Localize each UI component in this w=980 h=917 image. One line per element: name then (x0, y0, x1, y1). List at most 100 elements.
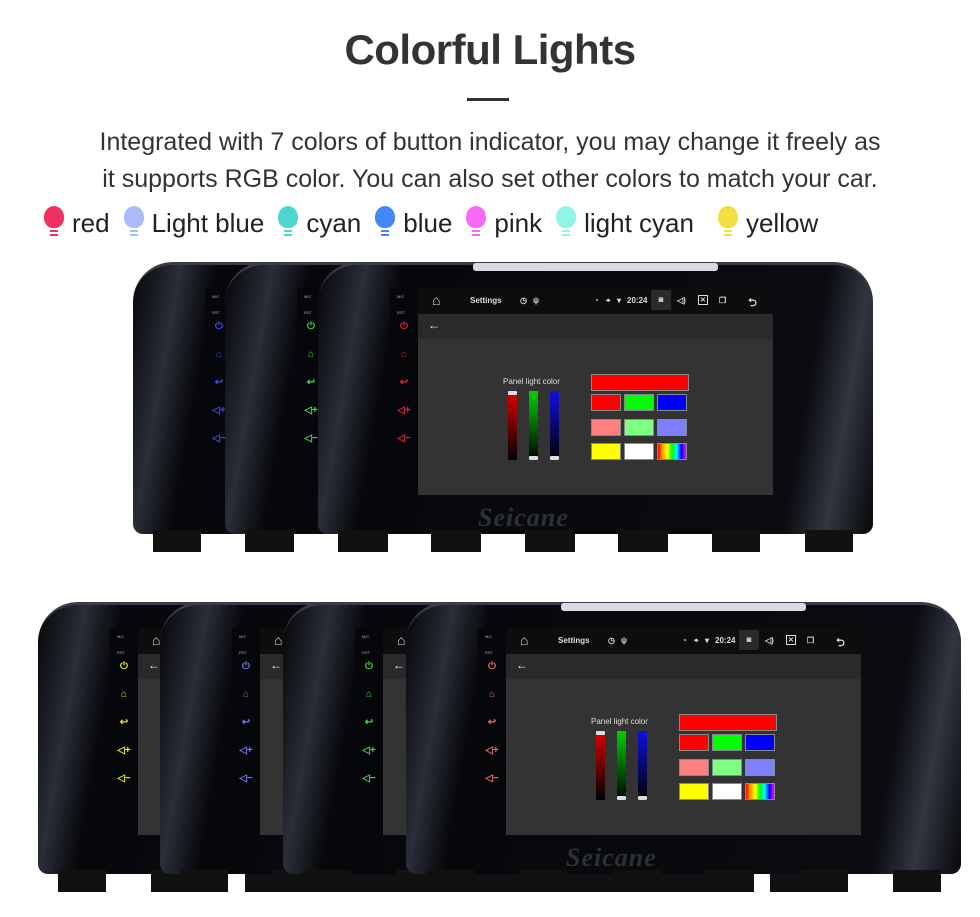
rst-label: RST (485, 650, 493, 655)
camera-icon[interactable]: ◙ (651, 290, 671, 310)
slider-knob[interactable] (529, 456, 538, 460)
status-bar: ⌂ Settings ◷ ψ ◔ ⌖ ▾ 20:24 ◙ ◁) ✕ ❐ ⮌ (418, 288, 773, 314)
power-key-icon[interactable]: ⏻ (484, 661, 500, 672)
color-swatch[interactable] (745, 783, 775, 800)
color-swatch[interactable] (624, 443, 654, 460)
volume-icon[interactable]: ◁) (765, 636, 774, 645)
home-key-icon[interactable]: ⌂ (361, 689, 377, 700)
volume-up-key-icon[interactable]: ◁+ (116, 745, 132, 756)
volume-up-key-icon[interactable]: ◁+ (303, 405, 319, 416)
color-swatch[interactable] (679, 783, 709, 800)
red-slider[interactable] (508, 391, 517, 460)
app-title: Settings (470, 296, 502, 305)
camera-icon[interactable]: ◙ (739, 630, 759, 650)
slider-knob[interactable] (596, 731, 605, 735)
volume-down-key-icon[interactable]: ◁− (303, 433, 319, 444)
clock: 20:24 (627, 296, 648, 305)
back-icon[interactable]: ⮌ (748, 294, 757, 313)
arrow-left-icon[interactable]: ← (393, 658, 405, 672)
description-line: it supports RGB color. You can also set … (102, 165, 878, 193)
description-line: Integrated with 7 colors of button indic… (99, 128, 881, 156)
color-swatch[interactable] (657, 394, 687, 411)
mic-label: MIC (362, 634, 370, 639)
home-key-icon[interactable]: ⌂ (238, 689, 254, 700)
red-slider[interactable] (596, 731, 605, 800)
power-key-icon[interactable]: ⏻ (303, 321, 319, 332)
color-swatch[interactable] (657, 419, 687, 436)
color-swatch[interactable] (624, 394, 654, 411)
back-key-icon[interactable]: ↩ (484, 717, 500, 728)
selected-color-preview (679, 714, 777, 731)
home-key-icon[interactable]: ⌂ (116, 689, 132, 700)
volume-icon[interactable]: ◁) (677, 296, 686, 305)
timer-icon: ◷ (520, 296, 527, 305)
back-key-icon[interactable]: ↩ (396, 377, 412, 388)
home-key-icon[interactable]: ⌂ (396, 349, 412, 360)
recent-apps-icon[interactable]: ❐ (719, 296, 726, 305)
legend-label: cyan (306, 207, 362, 238)
home-icon[interactable]: ⌂ (274, 632, 282, 648)
color-swatch[interactable] (745, 734, 775, 751)
arrow-left-icon[interactable]: ← (270, 658, 282, 672)
slider-knob[interactable] (617, 796, 626, 800)
color-swatch[interactable] (679, 759, 709, 776)
recent-apps-icon[interactable]: ❐ (807, 636, 814, 645)
usb-icon: ψ (621, 636, 628, 645)
volume-up-key-icon[interactable]: ◁+ (361, 745, 377, 756)
blue-slider[interactable] (550, 391, 559, 460)
legend-item: yellow (717, 206, 818, 240)
volume-down-key-icon[interactable]: ◁− (238, 773, 254, 784)
color-swatch[interactable] (679, 734, 709, 751)
head-unit: MIC RST ⏻ ⌂ ↩ ◁+ ◁− ⌂ Settings ◷ ψ ◔ ⌖ ▾ 20:2… (406, 602, 961, 892)
color-swatch[interactable] (624, 419, 654, 436)
back-key-icon[interactable]: ↩ (116, 717, 132, 728)
volume-up-key-icon[interactable]: ◁+ (396, 405, 412, 416)
home-key-icon[interactable]: ⌂ (484, 689, 500, 700)
color-swatch[interactable] (657, 443, 687, 460)
timer-icon: ◷ (608, 636, 615, 645)
slider-knob[interactable] (508, 391, 517, 395)
power-key-icon[interactable]: ⏻ (396, 321, 412, 332)
volume-up-key-icon[interactable]: ◁+ (238, 745, 254, 756)
arrow-left-icon[interactable]: ← (148, 658, 160, 672)
power-key-icon[interactable]: ⏻ (238, 661, 254, 672)
color-swatch[interactable] (591, 443, 621, 460)
slider-knob[interactable] (638, 796, 647, 800)
power-key-icon[interactable]: ⏻ (116, 661, 132, 672)
back-icon[interactable]: ⮌ (836, 634, 845, 653)
description: Integrated with 7 colors of button indic… (0, 124, 980, 198)
close-box-icon[interactable]: ✕ (698, 295, 708, 305)
arrow-left-icon[interactable]: ← (516, 658, 528, 672)
home-icon[interactable]: ⌂ (520, 632, 528, 648)
legend-item: red (44, 206, 110, 240)
volume-down-key-icon[interactable]: ◁− (361, 773, 377, 784)
legend-item: light cyan (556, 206, 694, 240)
arrow-left-icon[interactable]: ← (428, 318, 440, 332)
color-swatch[interactable] (712, 783, 742, 800)
back-key-icon[interactable]: ↩ (238, 717, 254, 728)
legend-item: pink (466, 206, 542, 240)
rst-label: RST (362, 650, 370, 655)
green-slider[interactable] (617, 731, 626, 800)
back-key-icon[interactable]: ↩ (303, 377, 319, 388)
volume-up-key-icon[interactable]: ◁+ (484, 745, 500, 756)
volume-down-key-icon[interactable]: ◁− (116, 773, 132, 784)
color-swatch[interactable] (745, 759, 775, 776)
color-swatch[interactable] (591, 419, 621, 436)
green-slider[interactable] (529, 391, 538, 460)
volume-down-key-icon[interactable]: ◁− (396, 433, 412, 444)
home-icon[interactable]: ⌂ (397, 632, 405, 648)
close-box-icon[interactable]: ✕ (786, 635, 796, 645)
color-swatch[interactable] (712, 759, 742, 776)
back-key-icon[interactable]: ↩ (361, 717, 377, 728)
color-swatch[interactable] (591, 394, 621, 411)
selected-color-preview (591, 374, 689, 391)
blue-slider[interactable] (638, 731, 647, 800)
slider-knob[interactable] (550, 456, 559, 460)
volume-down-key-icon[interactable]: ◁− (484, 773, 500, 784)
power-key-icon[interactable]: ⏻ (361, 661, 377, 672)
home-icon[interactable]: ⌂ (432, 292, 440, 308)
legend-label: red (72, 207, 110, 238)
home-key-icon[interactable]: ⌂ (303, 349, 319, 360)
color-swatch[interactable] (712, 734, 742, 751)
